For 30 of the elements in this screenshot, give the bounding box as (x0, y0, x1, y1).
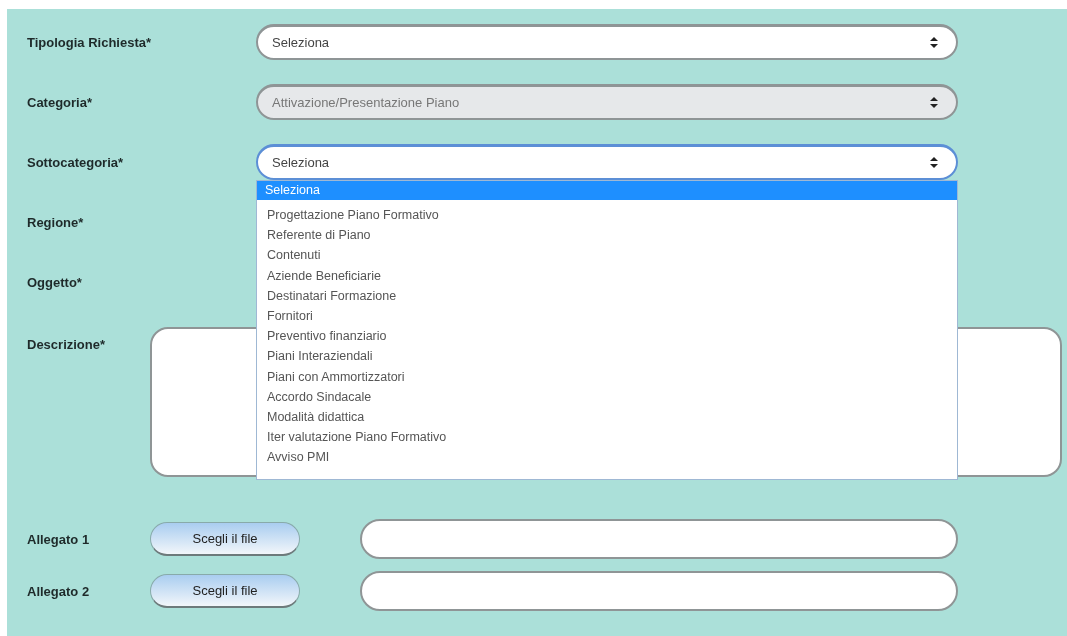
field-label: Oggetto* (27, 274, 83, 290)
field-label: Categoria* (27, 94, 94, 110)
sort-caret-icon (930, 37, 938, 48)
dropdown-option[interactable]: Referente di Piano (257, 225, 957, 246)
dropdown-option[interactable]: Accordo Sindacale (257, 386, 957, 408)
sort-caret-icon (930, 97, 938, 108)
dropdown-option[interactable]: Aziende Beneficiarie (257, 265, 957, 286)
dropdown-option[interactable]: Fornitori (257, 306, 957, 327)
select-field[interactable]: Seleziona (256, 24, 958, 60)
field-label: Tipologia Richiesta* (27, 34, 152, 50)
field-label: Regione* (27, 214, 85, 230)
dropdown-option[interactable]: Preventivo finanziario (257, 326, 957, 347)
dropdown-option[interactable]: Contenuti (257, 245, 957, 266)
field-label: Sottocategoria* (27, 154, 125, 170)
dropdown-option[interactable]: Piani con Ammortizzatori (257, 366, 957, 387)
field-label: Allegato 1 (27, 531, 91, 547)
dropdown-option[interactable]: Modalità didattica (257, 407, 957, 428)
choose-file-button[interactable]: Scegli il file (150, 574, 300, 608)
file-name-field[interactable] (360, 571, 958, 611)
dropdown-option[interactable]: Iter valutazione Piano Formativo (257, 427, 957, 448)
file-name-field[interactable] (360, 519, 958, 559)
field-label: Allegato 2 (27, 583, 91, 599)
select-field[interactable]: Seleziona (256, 144, 958, 180)
dropdown-option[interactable]: Avviso PMI (257, 447, 957, 468)
dropdown-option[interactable]: Piani Interaziendali (257, 346, 957, 367)
sort-caret-icon (930, 157, 938, 168)
dropdown-option[interactable]: Progettazione Piano Formativo (257, 205, 957, 226)
choose-file-button[interactable]: Scegli il file (150, 522, 300, 556)
dropdown-option[interactable]: Destinatari Formazione (257, 285, 957, 306)
field-label: Descrizione* (27, 336, 107, 352)
